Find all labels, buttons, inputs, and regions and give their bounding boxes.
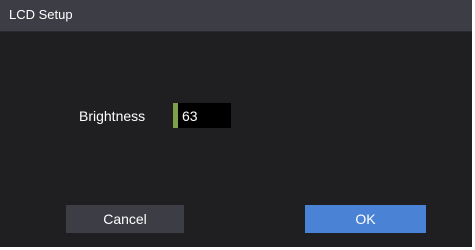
dialog-title: LCD Setup <box>9 7 73 22</box>
lcd-setup-dialog: LCD Setup Brightness 63 Cancel OK <box>0 0 475 250</box>
brightness-value-field[interactable]: 63 <box>173 103 231 128</box>
brightness-label: Brightness <box>79 108 146 124</box>
ok-button[interactable]: OK <box>305 205 426 233</box>
brightness-value: 63 <box>182 108 198 124</box>
selection-indicator <box>173 103 178 128</box>
cancel-button[interactable]: Cancel <box>66 205 184 233</box>
dialog-titlebar: LCD Setup <box>0 0 472 32</box>
